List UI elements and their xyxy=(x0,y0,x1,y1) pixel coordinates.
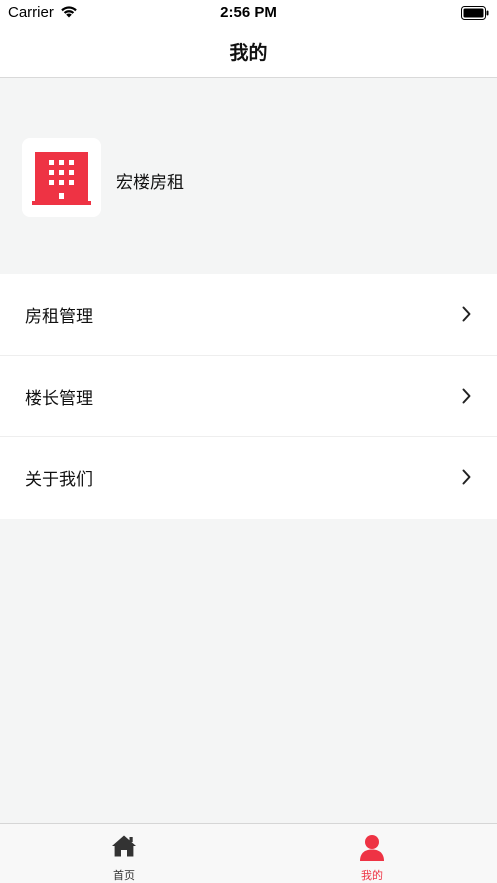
building-icon xyxy=(32,152,91,205)
tab-mine[interactable]: 我的 xyxy=(248,824,496,883)
status-time: 2:56 PM xyxy=(220,4,277,21)
menu-item-building-manager[interactable]: 楼长管理 xyxy=(0,355,497,437)
page-title: 我的 xyxy=(229,42,268,64)
menu-item-rent-management[interactable]: 房租管理 xyxy=(0,274,497,356)
profile-header: 宏楼房租 xyxy=(0,132,497,226)
chevron-right-icon xyxy=(462,469,471,485)
app-logo xyxy=(22,138,101,217)
tab-home[interactable]: 首页 xyxy=(0,824,248,883)
menu-item-about-us[interactable]: 关于我们 xyxy=(0,437,497,519)
chevron-right-icon xyxy=(462,388,471,403)
person-icon xyxy=(360,835,384,861)
menu-item-label: 房租管理 xyxy=(25,307,93,327)
battery-icon xyxy=(461,5,489,24)
menu-list: 房租管理 楼长管理 关于我们 xyxy=(0,274,497,519)
home-icon xyxy=(112,835,136,857)
menu-item-label: 楼长管理 xyxy=(25,388,93,409)
menu-item-label: 关于我们 xyxy=(25,470,93,490)
tab-home-label: 首页 xyxy=(113,869,135,882)
tab-mine-label: 我的 xyxy=(361,869,383,882)
status-bar: Carrier 2:56 PM xyxy=(0,0,497,26)
tab-bar: 首页 我的 xyxy=(0,823,497,883)
profile-name: 宏楼房租 xyxy=(116,173,184,193)
nav-bar: 我的 xyxy=(0,26,497,78)
chevron-right-icon xyxy=(462,306,471,322)
